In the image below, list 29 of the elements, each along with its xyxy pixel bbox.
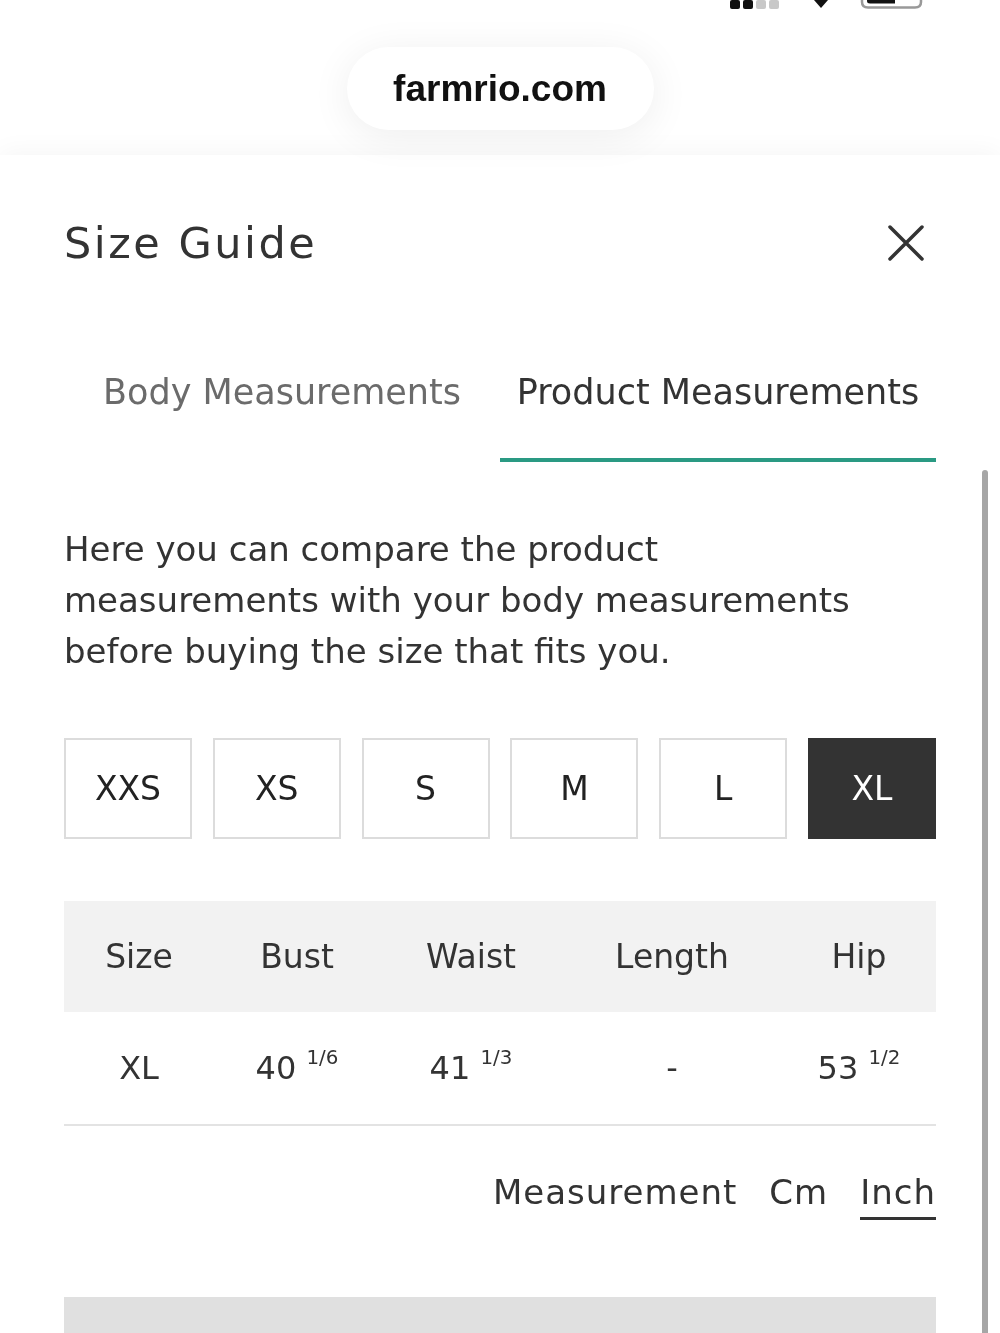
- table-cell: 53 $^{1/2}$: [817, 1049, 901, 1087]
- unit-option[interactable]: Inch: [860, 1170, 936, 1220]
- table-cell: -: [666, 1049, 678, 1087]
- table-cell: XL: [119, 1049, 159, 1087]
- table-cell: 41 $^{1/3}$: [429, 1049, 513, 1087]
- size-option[interactable]: L: [659, 738, 788, 839]
- table-cell: 40 $^{1/6}$: [255, 1049, 339, 1087]
- column-header: Waist: [425, 937, 516, 976]
- battery-icon: [860, 0, 923, 9]
- tab[interactable]: Body Measurements: [64, 350, 500, 462]
- column-header: Size: [105, 937, 173, 976]
- size-option[interactable]: S: [361, 738, 490, 839]
- unit-option[interactable]: Cm: [769, 1170, 829, 1220]
- dialog-title: Size Guide: [64, 217, 318, 270]
- unit-label: Measurement: [492, 1171, 738, 1214]
- size-option[interactable]: XL: [808, 738, 936, 839]
- close-icon: [888, 225, 924, 261]
- column-header: Bust: [260, 937, 334, 976]
- size-option[interactable]: XXS: [64, 738, 192, 839]
- close-button[interactable]: [888, 225, 924, 261]
- url-bar[interactable]: farmrio.com: [346, 47, 654, 130]
- size-option[interactable]: M: [510, 738, 639, 839]
- size-option[interactable]: XS: [212, 738, 341, 839]
- column-header: Length: [615, 937, 729, 976]
- description-text: Here you can compare the product measurements with your body measurements before buying the size that fits you.: [64, 528, 851, 673]
- tab[interactable]: Product Measurements: [500, 350, 936, 462]
- column-header: Hip: [831, 937, 887, 976]
- signal-icon: [730, 0, 780, 9]
- wifi-icon: [814, 0, 828, 8]
